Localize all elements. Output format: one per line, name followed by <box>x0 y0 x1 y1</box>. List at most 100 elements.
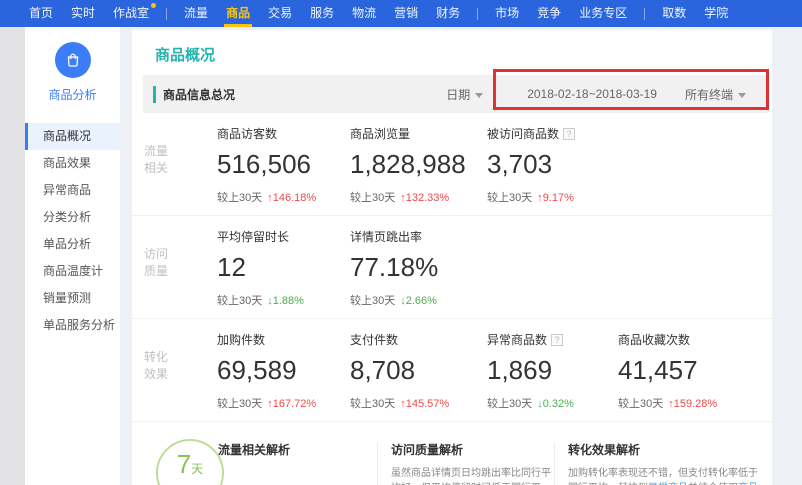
sidebar-item-abnormal-products[interactable]: 异常商品 <box>25 177 120 204</box>
trend-up: ↑167.72% <box>267 398 316 410</box>
sidebar: 商品分析 商品概况 商品效果 异常商品 分类分析 单品分析 商品温度计 销量预测… <box>25 27 120 485</box>
nav-item-trade[interactable]: 交易 <box>259 0 301 27</box>
metric-value: 3,703 <box>487 149 618 180</box>
help-icon[interactable]: ? <box>551 334 563 346</box>
insight-column-visit-quality: 访问质量解析 虽然商品详情页日均跳出率比同行平均好，但平均停留时间低于同行平均，… <box>391 441 552 485</box>
help-icon[interactable]: ? <box>563 128 575 140</box>
metric-value: 1,869 <box>487 355 618 386</box>
metric-label: 详情页跳出率 <box>350 228 487 244</box>
left-rail <box>0 27 25 485</box>
sidebar-item-effect[interactable]: 商品效果 <box>25 150 120 177</box>
metric-card: 支付件数 8,708 较上30天↑145.57% <box>350 331 487 421</box>
metric-label: 商品收藏次数 <box>618 331 768 347</box>
nav-item-logistics[interactable]: 物流 <box>343 0 385 27</box>
metric-label: 异常商品数? <box>487 331 618 347</box>
metric-label: 平均停留时长 <box>217 228 350 244</box>
metric-compare: 较上30天↑145.57% <box>350 395 487 411</box>
nav-item-products[interactable]: 商品 <box>217 0 259 27</box>
metric-compare: 较上30天↓1.88% <box>217 292 350 308</box>
metric-card: 商品访客数 516,506 较上30天↑146.18% <box>217 125 350 215</box>
terminal-dropdown[interactable]: 所有终端 <box>685 86 746 103</box>
insight-text: 加购转化率表现还不错，但支付转化率低于同行平均，赶快到异常商品并结合使用商品温度… <box>568 466 760 485</box>
metric-label: 支付件数 <box>350 331 487 347</box>
trend-down: ↓1.88% <box>267 295 304 307</box>
metric-label: 加购件数 <box>217 331 350 347</box>
insight-title: 访问质量解析 <box>391 441 552 458</box>
notification-dot-icon <box>151 3 156 8</box>
nav-item-academy[interactable]: 学院 <box>695 0 737 27</box>
metric-compare: 较上30天↑146.18% <box>217 189 350 205</box>
chevron-down-icon <box>738 93 746 98</box>
insight-column-conversion: 转化效果解析 加购转化率表现还不错，但支付转化率低于同行平均，赶快到异常商品并结… <box>568 441 760 485</box>
nav-item-traffic[interactable]: 流量 <box>175 0 217 27</box>
metric-value: 1,828,988 <box>350 149 487 180</box>
trend-up: ↑132.33% <box>400 192 449 204</box>
metric-value: 8,708 <box>350 355 487 386</box>
sidebar-item-sales-forecast[interactable]: 销量预测 <box>25 285 120 312</box>
sidebar-item-overview[interactable]: 商品概况 <box>25 123 120 150</box>
date-type-dropdown[interactable]: 日期 <box>446 86 483 103</box>
insight-title: 流量相关解析 <box>218 441 368 458</box>
nav-item-data-extract[interactable]: 取数 <box>653 0 695 27</box>
main-card: 商品概况 商品信息总况 日期 2018-02-18~2018-03-19 所有终… <box>132 30 772 485</box>
sidebar-item-category-analysis[interactable]: 分类分析 <box>25 204 120 231</box>
metric-card: 加购件数 69,589 较上30天↑167.72% <box>217 331 350 421</box>
chevron-down-icon <box>475 93 483 98</box>
insight-title: 转化效果解析 <box>568 441 760 458</box>
metric-compare: 较上30天↑132.33% <box>350 189 487 205</box>
metrics-row-conversion: 转化效果 加购件数 69,589 较上30天↑167.72% 支付件数 8,70… <box>132 319 772 422</box>
metric-value: 12 <box>217 252 350 283</box>
sidebar-header: 商品分析 <box>25 27 120 103</box>
metric-card: 异常商品数? 1,869 较上30天↓0.32% <box>487 331 618 421</box>
nav-item-business-zone[interactable]: 业务专区 <box>570 0 636 27</box>
sidebar-item-single-item-service[interactable]: 单品服务分析 <box>25 312 120 339</box>
nav-item-homepage[interactable]: 首页 <box>20 0 62 27</box>
trend-up: ↑145.57% <box>400 398 449 410</box>
nav-item-war-room[interactable]: 作战室 <box>104 0 158 27</box>
sidebar-menu: 商品概况 商品效果 异常商品 分类分析 单品分析 商品温度计 销量预测 单品服务… <box>25 123 120 339</box>
nav-item-market[interactable]: 市场 <box>486 0 528 27</box>
metric-value: 69,589 <box>217 355 350 386</box>
metric-label: 商品访客数 <box>217 125 350 141</box>
group-label: 访问质量 <box>144 228 217 318</box>
metrics-row-traffic: 流量相关 商品访客数 516,506 较上30天↑146.18% 商品浏览量 1… <box>132 113 772 216</box>
date-range-picker[interactable]: 2018-02-18~2018-03-19 <box>527 87 657 101</box>
sidebar-item-thermometer[interactable]: 商品温度计 <box>25 258 120 285</box>
metric-value: 77.18% <box>350 252 487 283</box>
metric-compare: 较上30天↑159.28% <box>618 395 768 411</box>
nav-divider <box>644 8 645 20</box>
data-insight-badge: 7天 数据解读 <box>156 439 224 485</box>
metrics-row-visit-quality: 访问质量 平均停留时长 12 较上30天↓1.88% 详情页跳出率 77.18%… <box>132 216 772 319</box>
nav-item-service[interactable]: 服务 <box>301 0 343 27</box>
nav-item-competition[interactable]: 竞争 <box>528 0 570 27</box>
nav-item-finance[interactable]: 财务 <box>427 0 469 27</box>
trend-down: ↓0.32% <box>537 398 574 410</box>
metric-card: 被访问商品数? 3,703 较上30天↑9.17% <box>487 125 618 215</box>
trend-up: ↑159.28% <box>668 398 717 410</box>
insight-text: 虽然商品详情页日均跳出率比同行平均好，但平均停留时间低于同行平均，请关注页面排版… <box>391 466 552 485</box>
metric-compare: 较上30天↑167.72% <box>217 395 350 411</box>
insight-column-traffic: 流量相关解析 <box>218 441 368 458</box>
filter-controls: 日期 2018-02-18~2018-03-19 所有终端 <box>446 86 746 103</box>
trend-down: ↓2.66% <box>400 295 437 307</box>
metric-card: 商品浏览量 1,828,988 较上30天↑132.33% <box>350 125 487 215</box>
metric-label: 商品浏览量 <box>350 125 487 141</box>
nav-item-marketing[interactable]: 营销 <box>385 0 427 27</box>
trend-up: ↑9.17% <box>537 192 574 204</box>
section-header-bar: 商品信息总况 日期 2018-02-18~2018-03-19 所有终端 <box>143 75 768 113</box>
sidebar-item-single-item-analysis[interactable]: 单品分析 <box>25 231 120 258</box>
metric-compare: 较上30天↑9.17% <box>487 189 618 205</box>
metric-value: 516,506 <box>217 149 350 180</box>
metric-card: 详情页跳出率 77.18% 较上30天↓2.66% <box>350 228 487 318</box>
nav-divider <box>166 8 167 20</box>
nav-divider <box>477 8 478 20</box>
metric-compare: 较上30天↓0.32% <box>487 395 618 411</box>
insight-section: 7天 数据解读 流量相关解析 访问质量解析 虽然商品详情页日均跳出率比同行平均好… <box>132 422 772 485</box>
group-label: 流量相关 <box>144 125 217 215</box>
trend-up: ↑146.18% <box>267 192 316 204</box>
metric-value: 41,457 <box>618 355 768 386</box>
metric-card: 商品收藏次数 41,457 较上30天↑159.28% <box>618 331 768 421</box>
section-title: 商品信息总况 <box>153 86 235 103</box>
nav-item-realtime[interactable]: 实时 <box>62 0 104 27</box>
column-divider <box>554 442 555 485</box>
